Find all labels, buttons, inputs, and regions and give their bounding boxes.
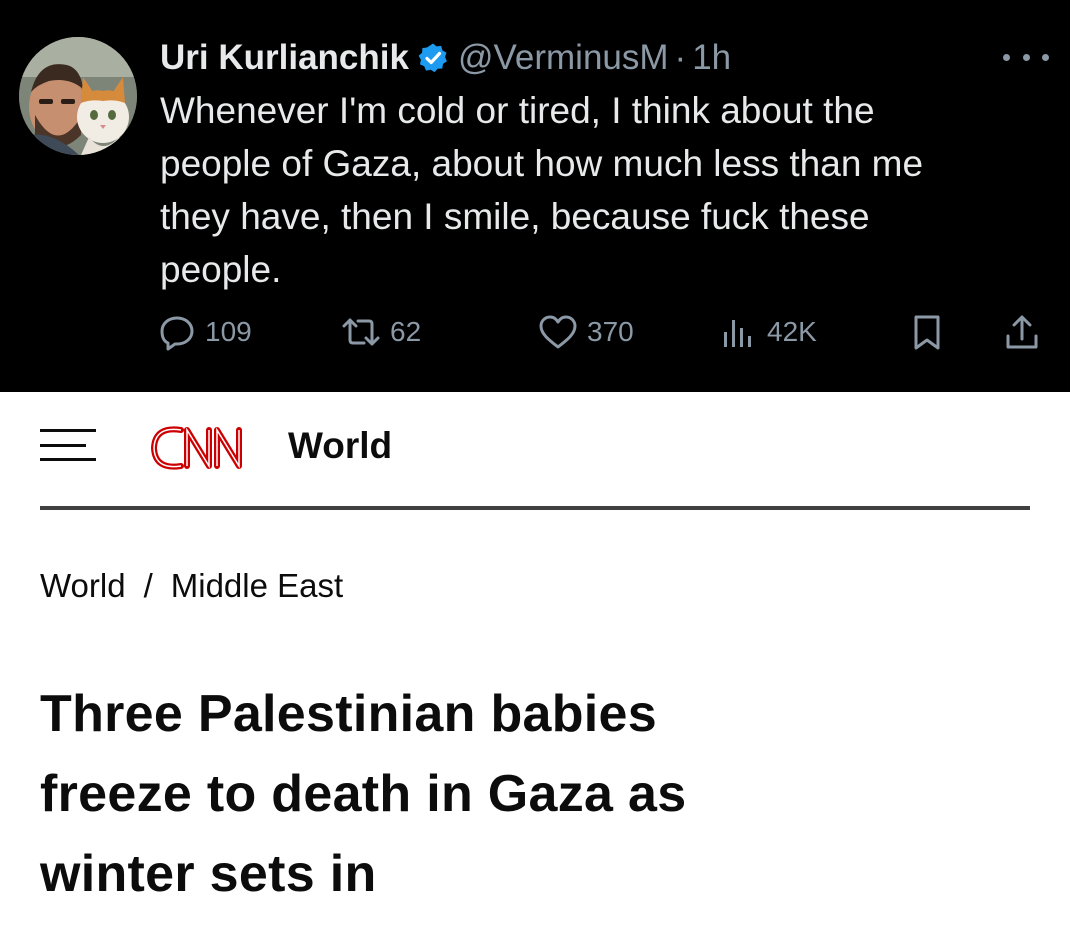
post-time[interactable]: 1h — [692, 38, 731, 78]
tweet-text-line: people. — [160, 249, 282, 290]
headline-line: winter sets in — [40, 845, 377, 903]
breadcrumb-world[interactable]: World — [40, 567, 126, 604]
views-icon — [724, 320, 751, 347]
like-button[interactable]: 370 — [537, 308, 634, 356]
views-button[interactable]: 42K — [719, 308, 817, 356]
reply-count: 109 — [205, 316, 252, 347]
tweet-card: Uri Kurlianchik @VerminusM · 1h Whenever… — [0, 0, 1070, 392]
breadcrumb-separator: / — [143, 567, 153, 604]
bookmark-button[interactable] — [907, 308, 955, 356]
tweet-text-line: Whenever I'm cold or tired, I think abou… — [160, 90, 875, 131]
bookmark-icon — [914, 315, 940, 350]
author-name[interactable]: Uri Kurlianchik — [160, 38, 409, 78]
reply-button[interactable]: 109 — [157, 308, 252, 356]
headline-line: freeze to death in Gaza as — [40, 765, 687, 823]
cnn-logo[interactable] — [147, 420, 277, 476]
tweet-actions: 109 62 370 42K — [157, 308, 1047, 356]
views-count: 42K — [767, 316, 817, 347]
breadcrumb-middle-east[interactable]: Middle East — [171, 567, 343, 604]
tweet-text-line: they have, then I smile, because fuck th… — [160, 196, 870, 237]
verified-badge-icon — [417, 42, 449, 74]
like-count: 370 — [587, 316, 634, 347]
article-headline: Three Palestinian babies freeze to death… — [40, 674, 1040, 914]
author-handle[interactable]: @VerminusM — [458, 38, 669, 78]
more-options-icon[interactable] — [1003, 45, 1049, 69]
header-separator: · — [674, 38, 687, 77]
repost-icon — [342, 318, 380, 346]
share-button[interactable] — [1002, 308, 1050, 356]
tweet-header: Uri Kurlianchik @VerminusM · 1h — [160, 30, 731, 86]
breadcrumb: World / Middle East — [40, 567, 343, 605]
section-title[interactable]: World — [288, 425, 392, 467]
cnn-article: World World / Middle East Three Palestinia… — [0, 392, 1070, 945]
repost-button[interactable]: 62 — [340, 308, 421, 356]
like-icon — [539, 315, 577, 349]
avatar[interactable] — [19, 37, 137, 155]
reply-icon — [160, 316, 194, 351]
share-icon — [1006, 315, 1038, 349]
menu-icon[interactable] — [40, 429, 96, 461]
header-divider — [40, 506, 1030, 510]
repost-count: 62 — [390, 316, 422, 347]
headline-line: Three Palestinian babies — [40, 685, 657, 743]
tweet-text-line: people of Gaza, about how much less than… — [160, 143, 924, 184]
tweet-text: Whenever I'm cold or tired, I think abou… — [160, 84, 1040, 296]
